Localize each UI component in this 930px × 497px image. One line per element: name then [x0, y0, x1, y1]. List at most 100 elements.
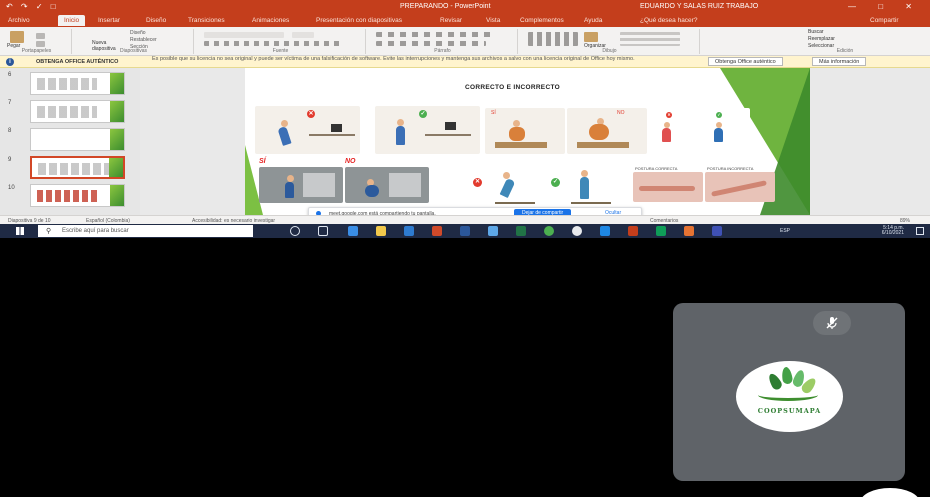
- slide-thumbnail[interactable]: [30, 184, 125, 207]
- slide-thumbnail[interactable]: [30, 128, 125, 151]
- font-format-icons[interactable]: [204, 41, 344, 46]
- tab-insertar[interactable]: Insertar: [98, 17, 120, 24]
- wrist-posture-correct-image: [633, 172, 703, 202]
- machine-posture-correct-image: [259, 167, 343, 203]
- license-message-bar: i OBTENGA OFFICE AUTÉNTICO Es posible qu…: [0, 56, 930, 68]
- clock-date: 6/10/2021: [881, 230, 904, 236]
- group-label: Párrafo: [434, 48, 451, 54]
- find-button[interactable]: Buscar: [808, 29, 824, 35]
- caption-postura-incorrecta: POSTURA INCORRECTA: [707, 166, 754, 171]
- tab-archivo[interactable]: Archivo: [8, 17, 30, 24]
- group-edicion: Buscar Reemplazar Seleccionar Edición: [800, 29, 890, 54]
- mail-icon[interactable]: [488, 226, 498, 236]
- align-icons[interactable]: [376, 41, 486, 46]
- tab-complementos[interactable]: Complementos: [520, 17, 564, 24]
- account-name[interactable]: EDUARDO Y SALAS RUIZ TRABAJO: [640, 3, 758, 10]
- office-icon[interactable]: [432, 226, 442, 236]
- layout-button[interactable]: Diseño: [130, 30, 146, 36]
- chrome-profile-icon[interactable]: [572, 226, 582, 236]
- font-size-select[interactable]: [292, 32, 314, 38]
- shape-format-options[interactable]: [620, 32, 680, 46]
- list-icons[interactable]: [376, 32, 496, 37]
- forearm: [711, 180, 767, 197]
- tab-presentacion[interactable]: Presentación con diapositivas: [316, 17, 402, 24]
- chrome-icon[interactable]: [544, 226, 554, 236]
- task-view-icon[interactable]: [318, 226, 328, 236]
- logo-swoosh: [758, 389, 818, 401]
- tab-ayuda[interactable]: Ayuda: [584, 17, 602, 24]
- tell-me-search[interactable]: ¿Qué desea hacer?: [640, 17, 697, 24]
- copy-icon[interactable]: [36, 41, 45, 47]
- box: [577, 142, 629, 148]
- message-heading: OBTENGA OFFICE AUTÉNTICO: [36, 59, 119, 65]
- cut-icon[interactable]: [36, 33, 45, 39]
- mic-off-icon: [826, 317, 838, 329]
- tab-vista[interactable]: Vista: [486, 17, 500, 24]
- arrange-icon[interactable]: [584, 32, 598, 42]
- group-parrafo: Párrafo: [368, 29, 518, 54]
- cortana-icon[interactable]: [290, 226, 300, 236]
- reset-button[interactable]: Restablecer: [130, 37, 157, 43]
- group-portapapeles: Pegar Portapapeles: [2, 29, 72, 54]
- app-icon[interactable]: [656, 226, 666, 236]
- desk-posture-incorrect-image: ✕: [255, 106, 360, 154]
- get-genuine-office-button[interactable]: Obtenga Office auténtico: [708, 57, 783, 66]
- participant-avatar: COOPSUMAPA: [736, 361, 843, 432]
- shapes-gallery[interactable]: [528, 32, 578, 46]
- correct-mark-icon: ✓: [716, 112, 722, 118]
- quick-access-toolbar[interactable]: ↶ ↷ ✓ □: [6, 2, 59, 11]
- taskbar-search-box[interactable]: ⚲ Escribe aquí para buscar: [38, 225, 253, 237]
- paste-icon[interactable]: [10, 31, 24, 43]
- tab-revisar[interactable]: Revisar: [440, 17, 462, 24]
- learn-more-button[interactable]: Más información: [812, 57, 867, 66]
- tab-transiciones[interactable]: Transiciones: [188, 17, 225, 24]
- excel-icon[interactable]: [516, 226, 526, 236]
- slide-thumbnail[interactable]: [30, 72, 125, 95]
- app-icon[interactable]: [684, 226, 694, 236]
- monitor-icon: [331, 124, 342, 132]
- person-head: [281, 120, 288, 127]
- group-label: Dibujo: [602, 48, 617, 54]
- app-icon[interactable]: [600, 226, 610, 236]
- thumbnail-number: 9: [8, 157, 12, 163]
- notifications-icon[interactable]: [916, 227, 924, 235]
- edge-icon[interactable]: [348, 226, 358, 236]
- carrying-comparison-image: ✕ ✓: [650, 108, 750, 154]
- powerpoint-title-bar: ↶ ↷ ✓ □ PREPARANDO - PowerPoint EDUARDO …: [0, 0, 930, 14]
- current-slide[interactable]: CORRECTO E INCORRECTO ✕ ✓ SÍ NO ✕ ✓ SÍ N…: [245, 68, 810, 215]
- store-icon[interactable]: [404, 226, 414, 236]
- share-tab-button[interactable]: Compartir: [870, 17, 899, 24]
- replace-button[interactable]: Reemplazar: [808, 36, 835, 42]
- window-controls[interactable]: — □ ✕: [848, 2, 922, 11]
- thumbnail-number: 8: [8, 128, 12, 134]
- person-head: [513, 120, 520, 127]
- lifting-correct-image: NO: [567, 108, 647, 154]
- person-body: [662, 128, 671, 142]
- slide-thumbnail-selected[interactable]: [30, 156, 125, 179]
- person-body: [589, 124, 609, 140]
- word-icon[interactable]: [460, 226, 470, 236]
- thumbnail-number: 6: [8, 72, 12, 78]
- windows-start-icon[interactable]: [16, 227, 24, 235]
- group-fuente: Fuente: [196, 29, 366, 54]
- mop: [495, 202, 535, 204]
- file-explorer-icon[interactable]: [376, 226, 386, 236]
- font-name-select[interactable]: [204, 32, 284, 38]
- tab-animaciones[interactable]: Animaciones: [252, 17, 289, 24]
- powerpoint-icon[interactable]: [628, 226, 638, 236]
- tab-inicio[interactable]: Inicio: [58, 15, 86, 26]
- meet-control-button[interactable]: [860, 488, 920, 497]
- input-language[interactable]: ESP: [780, 228, 790, 234]
- ribbon-tabs: Archivo Inicio Insertar Diseño Transicio…: [0, 14, 930, 27]
- system-clock[interactable]: 5:14 p.m. 6/10/2021: [882, 226, 904, 236]
- app-icon[interactable]: [712, 226, 722, 236]
- participant-name: COOPSUMAPA: [757, 407, 822, 415]
- monitor-icon: [445, 122, 456, 130]
- person-head: [397, 119, 404, 126]
- mop: [571, 202, 611, 204]
- slide-thumbnail[interactable]: [30, 100, 125, 123]
- tab-diseno[interactable]: Diseño: [146, 17, 166, 24]
- group-dibujo: Organizar Dibujo: [520, 29, 700, 54]
- search-placeholder: Escribe aquí para buscar: [62, 228, 129, 234]
- slide-title: CORRECTO E INCORRECTO: [465, 84, 560, 91]
